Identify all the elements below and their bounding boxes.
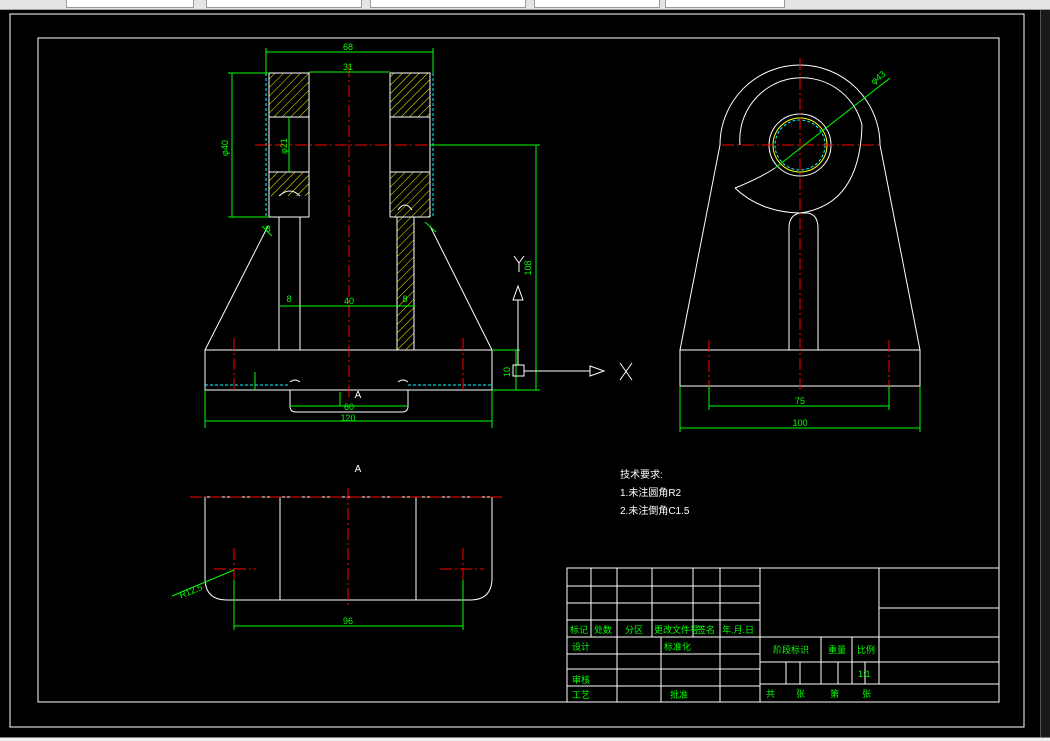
dim-40: 40 — [344, 296, 354, 306]
dim-small-left: 8 — [265, 224, 270, 234]
tab-drawing-2[interactable] — [206, 0, 362, 8]
tb-jieduan: 阶段标识 — [773, 644, 809, 655]
drawing-border — [9, 13, 1025, 728]
tb-gong: 共 — [766, 689, 775, 699]
tech-line-2: 2.未注倒角C1.5 — [620, 504, 690, 517]
tab-drawing-4[interactable] — [534, 0, 660, 8]
tb-chushu: 处数 — [594, 624, 612, 635]
tech-line-1: 1.未注圆角R2 — [620, 486, 682, 499]
tab-drawing-3[interactable] — [370, 0, 526, 8]
tb-zhongliang: 重量 — [828, 644, 846, 655]
side-centerlines — [708, 58, 890, 392]
tech-title: 技术要求: — [620, 468, 663, 481]
dim-100: 100 — [792, 418, 807, 428]
dim-phi40: φ40 — [220, 140, 230, 156]
dim-8: 8 — [286, 294, 291, 304]
tab-bar — [0, 0, 1050, 10]
dim-31: 31 — [343, 62, 353, 72]
dim-60: 60 — [344, 402, 354, 412]
tb-qianming: 签名 — [697, 624, 715, 635]
tb-biaoji: 标记 — [570, 624, 588, 635]
tb-date: 年.月.日 — [722, 624, 754, 635]
dim-120: 120 — [340, 413, 355, 423]
title-block — [566, 567, 1000, 703]
dim-68: 68 — [343, 42, 353, 52]
dim-96: 96 — [343, 616, 353, 626]
dim-phi21: φ21 — [279, 138, 289, 154]
dim-r12-5: R12.5 — [178, 582, 204, 600]
dim-8-right: 8 — [402, 294, 407, 304]
tb-pizhun: 批准 — [670, 689, 688, 700]
front-dimensions — [204, 48, 540, 428]
bottom-view-a: 96 R12.5 A — [171, 464, 505, 630]
dim-10: 10 — [502, 367, 512, 377]
section-marker-a: A — [355, 390, 362, 401]
tb-sheji: 设计 — [572, 641, 590, 652]
dim-75: 75 — [795, 396, 805, 406]
tab-drawing-1[interactable] — [66, 0, 194, 8]
tab-drawing-5[interactable] — [665, 0, 785, 8]
front-dimension-text: 68 31 φ40 φ21 40 8 8 8 108 10 60 120 A — [220, 42, 533, 423]
tb-zhang-1: 张 — [796, 689, 805, 699]
tb-genggai: 更改文件号 — [654, 624, 699, 635]
cad-drawing[interactable]: 68 31 φ40 φ21 40 8 8 8 108 10 60 120 A 7… — [0, 10, 1040, 737]
technical-requirements: 技术要求: 1.未注圆角R2 2.未注倒角C1.5 — [620, 468, 690, 517]
view-marker-a: A — [355, 464, 362, 475]
viewport-edge — [1040, 10, 1050, 737]
tb-bili: 比例 — [857, 644, 875, 655]
tb-fenqu: 分区 — [625, 625, 643, 635]
tb-shenhe: 审核 — [572, 674, 590, 685]
tb-biaozhunhua: 标准化 — [664, 641, 691, 652]
dim-108: 108 — [523, 260, 533, 275]
side-view: 75 100 φ43 — [679, 58, 921, 432]
tb-di: 第 — [830, 688, 839, 699]
tb-zhang-2: 张 — [862, 689, 871, 699]
dim-phi43: φ43 — [869, 69, 888, 87]
tb-gongyi: 工艺 — [572, 690, 590, 700]
tb-scale: 1:1 — [858, 669, 871, 679]
front-section-view — [204, 65, 493, 413]
